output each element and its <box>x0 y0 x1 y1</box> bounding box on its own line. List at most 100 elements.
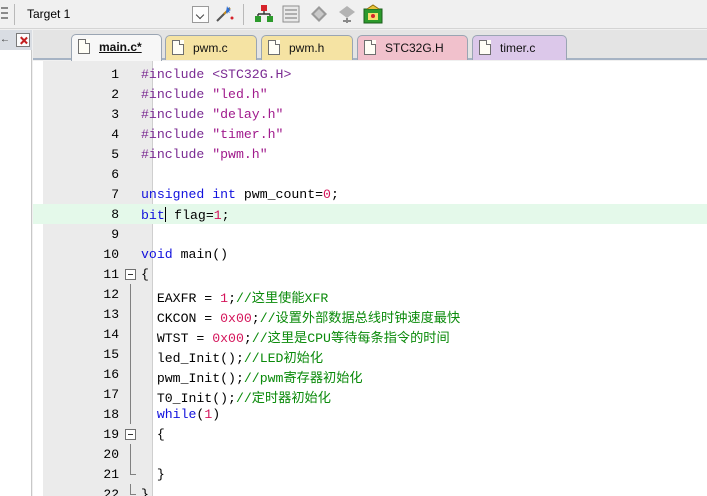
line-number: 20 <box>103 447 119 462</box>
code-text: #include "pwm.h" <box>141 147 268 162</box>
line-number: 13 <box>103 307 119 322</box>
line-number: 21 <box>103 467 119 482</box>
tab-stc32g-h[interactable]: STC32G.H <box>357 35 468 60</box>
code-line[interactable]: 5 #include "pwm.h" <box>33 144 707 164</box>
line-number: 1 <box>111 67 119 82</box>
code-text: bit flag=1; <box>141 207 230 223</box>
target-select[interactable]: Target 1 <box>21 4 211 25</box>
code-line[interactable]: 8 bit flag=1; <box>33 204 707 224</box>
tab-pwm-h[interactable]: pwm.h <box>261 35 353 60</box>
tab-label: timer.c <box>500 41 536 55</box>
fold-collapse-icon[interactable] <box>125 269 136 280</box>
file-icon <box>268 40 280 55</box>
line-number: 2 <box>111 87 119 102</box>
code-line[interactable]: 3 #include "delay.h" <box>33 104 707 124</box>
code-line[interactable]: 10 void main() <box>33 244 707 264</box>
code-text: { <box>141 427 165 442</box>
code-line[interactable]: 4 #include "timer.h" <box>33 124 707 144</box>
code-line[interactable]: 16 pwm_Init();//pwm寄存器初始化 <box>33 364 707 386</box>
code-text: } <box>141 467 165 482</box>
code-line[interactable]: 11 { <box>33 264 707 284</box>
fold-guide <box>130 324 131 344</box>
code-line[interactable]: 18 while(1) <box>33 404 707 424</box>
code-text: #include "led.h" <box>141 87 268 102</box>
line-number: 4 <box>111 127 119 142</box>
line-number: 15 <box>103 347 119 362</box>
file-icon <box>364 40 376 55</box>
line-number: 5 <box>111 147 119 162</box>
tab-label: pwm.h <box>289 41 325 55</box>
code-text: while(1) <box>156 407 221 422</box>
file-icon <box>479 40 491 55</box>
line-number: 16 <box>103 367 119 382</box>
code-line[interactable]: 17 T0_Init();//定时器初始化 <box>33 384 707 406</box>
fold-guide <box>130 344 131 364</box>
code-text: { <box>141 267 149 282</box>
code-line[interactable]: 7 unsigned int pwm_count=0; <box>33 184 707 204</box>
toolbar-separator <box>14 4 15 25</box>
file-icon <box>78 39 90 54</box>
code-line[interactable]: 19 { <box>33 424 707 444</box>
pin-icon[interactable]: ← <box>0 34 10 45</box>
select-packs-icon[interactable] <box>280 3 302 25</box>
line-number: 3 <box>111 107 119 122</box>
code-editor[interactable]: 1 #include <STC32G.H> 2 #include "led.h" 3 #i… <box>33 61 707 496</box>
code-text: unsigned int pwm_count=0; <box>141 187 339 202</box>
toolbar: Target 1 <box>0 0 707 29</box>
editor-tab-strip: main.c* pwm.c pwm.h STC32G.H timer.c <box>33 30 707 61</box>
tab-timer-c[interactable]: timer.c <box>472 35 567 60</box>
fold-guide <box>130 364 131 384</box>
code-line[interactable]: 20 <box>33 444 707 464</box>
close-icon[interactable] <box>16 33 30 47</box>
manage-project-items-icon[interactable] <box>253 3 275 25</box>
code-line[interactable]: 15 led_Init();//LED初始化 <box>33 344 707 366</box>
code-line[interactable]: 6 <box>33 164 707 184</box>
target-options-icon[interactable] <box>214 3 236 25</box>
chevron-down-icon[interactable] <box>192 6 209 23</box>
tab-label: STC32G.H <box>385 41 444 55</box>
line-number: 6 <box>111 167 119 182</box>
tab-pwm-c[interactable]: pwm.c <box>165 35 257 60</box>
fold-guide-end <box>130 484 136 495</box>
line-number: 22 <box>103 487 119 496</box>
code-line[interactable]: 21 } <box>33 464 707 484</box>
line-number: 17 <box>103 387 119 402</box>
code-text: #include <STC32G.H> <box>141 67 292 82</box>
code-line[interactable]: 9 <box>33 224 707 244</box>
code-text: #include "timer.h" <box>141 127 284 142</box>
toolbar-separator <box>243 4 244 25</box>
target-select-value: Target 1 <box>27 7 71 21</box>
manage-run-time-icon[interactable] <box>362 3 384 25</box>
tab-label: main.c* <box>99 40 142 54</box>
line-number: 7 <box>111 187 119 202</box>
line-number: 18 <box>103 407 119 422</box>
code-line[interactable]: 1 #include <STC32G.H> <box>33 64 707 84</box>
code-text: } <box>141 487 149 496</box>
toolbar-grip[interactable] <box>0 4 10 24</box>
line-number: 12 <box>103 287 119 302</box>
code-line[interactable]: 22} <box>33 484 707 496</box>
line-number: 19 <box>103 427 119 442</box>
fold-guide <box>130 284 131 304</box>
file-icon <box>172 40 184 55</box>
code-line[interactable]: 2 #include "led.h" <box>33 84 707 104</box>
project-panel-header: ← <box>0 30 32 50</box>
line-number: 9 <box>111 227 119 242</box>
line-number: 11 <box>103 267 119 282</box>
fold-guide <box>130 384 131 404</box>
code-line[interactable]: 13 CKCON = 0x00;//设置外部数据总线时钟速度最快 <box>33 304 707 326</box>
code-line[interactable]: 14 WTST = 0x00;//这里是CPU等待每条指令的时间 <box>33 324 707 346</box>
tab-label: pwm.c <box>193 41 228 55</box>
fold-guide-end <box>130 464 136 475</box>
line-number: 8 <box>111 207 119 222</box>
code-line[interactable]: 12 EAXFR = 1;//这里使能XFR <box>33 284 707 306</box>
code-text: void main() <box>141 247 229 262</box>
tab-main-c[interactable]: main.c* <box>71 34 162 61</box>
text-caret <box>164 207 167 222</box>
pack-installer-icon[interactable] <box>308 3 330 25</box>
fold-collapse-icon[interactable] <box>125 429 136 440</box>
code-text: #include "delay.h" <box>141 107 284 122</box>
fold-guide <box>130 404 131 424</box>
extensions-icon[interactable] <box>336 3 358 25</box>
line-number: 10 <box>103 247 119 262</box>
